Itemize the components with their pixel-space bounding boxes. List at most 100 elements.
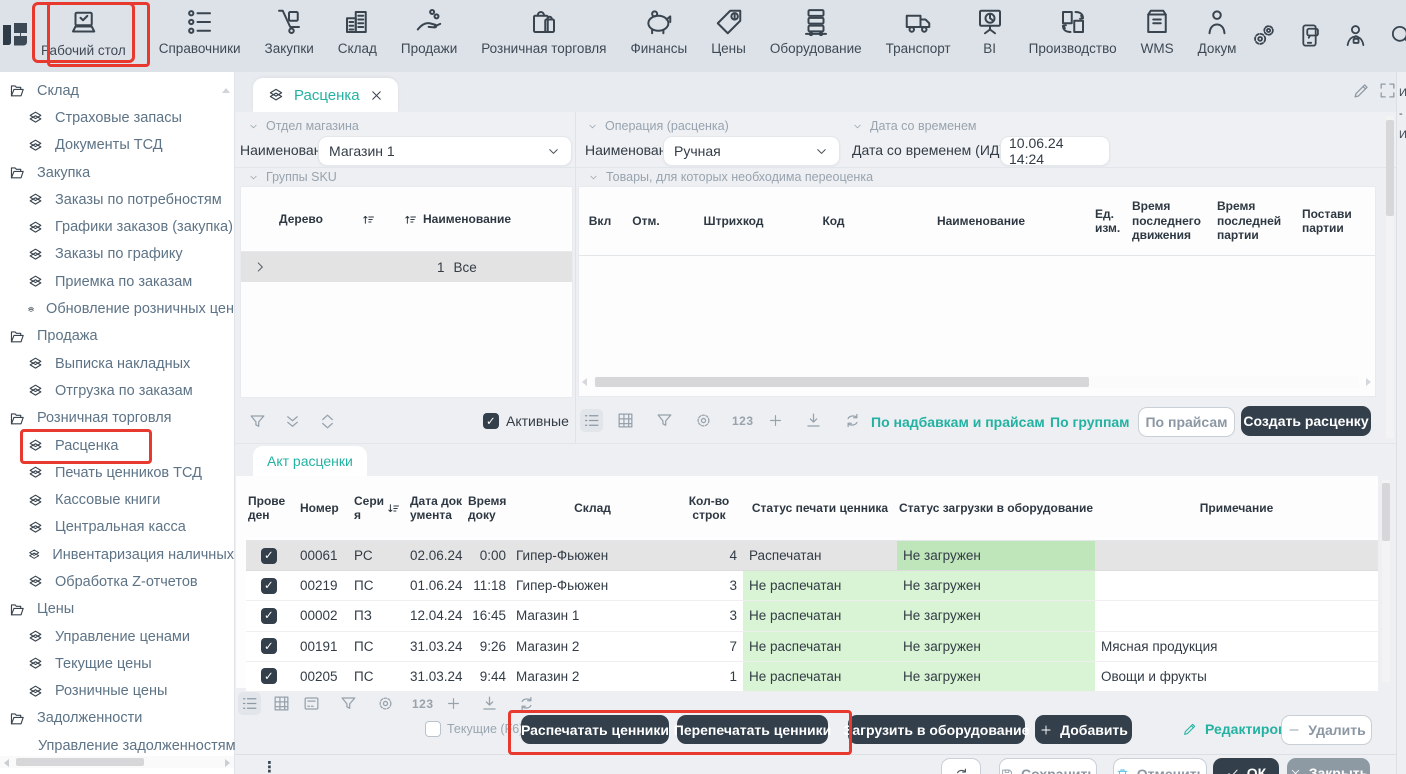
footer-refresh-button[interactable] <box>941 758 981 774</box>
create-pricing-button[interactable]: Создать расценку <box>1241 406 1371 436</box>
nav-references[interactable]: Справочники <box>159 0 241 56</box>
close-icon[interactable] <box>369 88 384 103</box>
tree-group-warehouse[interactable]: Склад <box>0 77 234 104</box>
acts-vscrollbar-thumb[interactable] <box>1382 483 1390 541</box>
sort-desc-icon[interactable] <box>386 501 401 516</box>
nav-finance[interactable]: Финансы <box>631 0 688 56</box>
tree-item-tsd-labels[interactable]: Печать ценников ТСД <box>0 459 234 486</box>
delete-button[interactable]: Удалить <box>1281 715 1372 745</box>
dept-select[interactable]: Магазин 1 <box>318 136 572 166</box>
nav-wms[interactable]: WMS <box>1141 0 1174 56</box>
act-row[interactable]: 00061 РС 02.06.24 0:00 Гипер-Фьюжен 4 Ра… <box>246 541 1378 571</box>
row-checkbox[interactable] <box>261 578 277 594</box>
tree-group-prices[interactable]: Цены <box>0 596 234 623</box>
filter-funnel-icon[interactable] <box>655 411 674 430</box>
tree-item-retail-prices[interactable]: Розничные цены <box>0 678 234 705</box>
nav-transport[interactable]: Транспорт <box>886 0 951 56</box>
operation-select[interactable]: Ручная <box>663 136 840 166</box>
sort-asc-icon[interactable] <box>361 212 376 227</box>
act-row[interactable]: 00191 ПС 31.03.24 9:26 Магазин 2 7 Не ра… <box>246 632 1378 662</box>
settings-gears-icon[interactable] <box>1250 22 1277 49</box>
tree-group-sales[interactable]: Продажа <box>0 323 234 350</box>
sidebar-hscrollbar-thumb[interactable] <box>16 758 144 766</box>
tree-item-retail-price-update[interactable]: Обновление розничных цен <box>0 295 234 322</box>
row-checkbox[interactable] <box>261 668 277 684</box>
ok-button[interactable]: ОК <box>1213 758 1279 774</box>
tree-item-pricing[interactable]: Расценка <box>0 432 234 459</box>
products-section-title[interactable]: Товары, для которых необходима переоценк… <box>588 170 873 184</box>
datetime-input[interactable]: 10.06.24 14:24 <box>1000 136 1110 166</box>
download-icon[interactable] <box>480 694 499 713</box>
context-menu-dots-icon[interactable]: ⋮ <box>262 758 277 774</box>
active-checkbox[interactable] <box>483 413 499 429</box>
scroll-right-arrow[interactable] <box>1366 378 1371 386</box>
expand-collapse-icon[interactable] <box>318 412 337 431</box>
scroll-up-arrow[interactable] <box>222 88 230 93</box>
row-checkbox[interactable] <box>261 548 277 564</box>
cancel-button[interactable]: Отменить <box>1113 758 1207 774</box>
current-checkbox[interactable] <box>425 721 441 737</box>
act-row[interactable]: 00219 ПС 01.06.24 11:18 Гипер-Фьюжен 3 Н… <box>246 571 1378 601</box>
sku-section-title[interactable]: Группы SKU <box>248 170 337 184</box>
filter-funnel-icon[interactable] <box>248 412 267 431</box>
tree-item-price-management[interactable]: Управление ценами <box>0 623 234 650</box>
scroll-right-arrow[interactable] <box>225 759 230 767</box>
expand-arrow-icon[interactable] <box>253 260 267 274</box>
refresh-icon[interactable] <box>843 411 862 430</box>
nav-sales[interactable]: Продажи <box>401 0 457 56</box>
plus-icon[interactable] <box>767 412 784 429</box>
tree-item-z-reports[interactable]: Обработка Z-отчетов <box>0 568 234 595</box>
download-icon[interactable] <box>804 411 823 430</box>
add-button[interactable]: Добавить <box>1035 715 1132 744</box>
nav-prices[interactable]: Цены <box>711 0 746 56</box>
tree-item-tsd-documents[interactable]: Документы ТСД <box>0 132 234 159</box>
phone-chat-icon[interactable] <box>1296 22 1323 49</box>
filter-dept-title[interactable]: Отдел магазина <box>248 119 359 133</box>
search-icon[interactable] <box>1388 22 1406 49</box>
numbers-format-icon[interactable]: 123 <box>412 697 434 711</box>
sort-asc-icon[interactable] <box>403 212 418 227</box>
nav-production[interactable]: Производство <box>1029 0 1117 56</box>
grid-view-icon[interactable] <box>272 694 291 713</box>
grid-view-icon[interactable] <box>616 411 635 430</box>
gear-icon[interactable] <box>694 411 713 430</box>
tree-item-current-prices[interactable]: Текущие цены <box>0 650 234 677</box>
tree-group-retail[interactable]: Розничная торговля <box>0 405 234 432</box>
tab-pricing-act[interactable]: Акт расценки <box>253 446 367 476</box>
by-prices-button[interactable]: По прайсам <box>1138 407 1235 437</box>
by-markups-link[interactable]: По надбавкам и прайсам <box>871 414 1045 430</box>
nav-retail[interactable]: Розничная торговля <box>481 0 606 56</box>
numbers-format-icon[interactable]: 123 <box>732 414 754 428</box>
tree-group-debts[interactable]: Задолженности <box>0 705 234 732</box>
close-button[interactable]: Закрыть <box>1287 758 1370 774</box>
refresh-icon[interactable] <box>517 694 536 713</box>
gear-icon[interactable] <box>376 694 395 713</box>
act-row[interactable]: 00205 ПС 31.03.24 9:44 Магазин 2 1 Не ра… <box>246 662 1378 692</box>
tree-item-cash-books[interactable]: Кассовые книги <box>0 486 234 513</box>
print-labels-button[interactable]: Распечатать ценники <box>521 715 669 744</box>
tree-item-shipment[interactable]: Отгрузка по заказам <box>0 377 234 404</box>
user-lock-icon[interactable] <box>1342 22 1369 49</box>
tree-item-safety-stock[interactable]: Страховые запасы <box>0 104 234 131</box>
products-vscrollbar-thumb[interactable] <box>1386 120 1394 216</box>
nav-equipment[interactable]: Оборудование <box>770 0 862 56</box>
products-hscrollbar-thumb[interactable] <box>595 377 1089 387</box>
tree-item-central-cash[interactable]: Центральная касса <box>0 514 234 541</box>
nav-desktop[interactable]: Рабочий стол <box>32 2 135 63</box>
tree-item-cash-inventory[interactable]: Инвентаризация наличных <box>0 541 234 568</box>
save-button[interactable]: Сохранить <box>999 758 1097 774</box>
tree-item-receiving[interactable]: Приемка по заказам <box>0 268 234 295</box>
row-checkbox[interactable] <box>261 608 277 624</box>
row-checkbox[interactable] <box>261 638 277 654</box>
double-chevron-down-icon[interactable] <box>283 412 302 431</box>
tab-pricing[interactable]: Расценка <box>253 78 398 112</box>
sku-row-all[interactable]: 1 Все <box>241 252 572 282</box>
fullscreen-icon[interactable] <box>1378 81 1397 100</box>
collapsed-side-strip[interactable]: И - И <box>1396 72 1406 774</box>
by-groups-link[interactable]: По группам <box>1050 414 1130 430</box>
tree-item-order-schedules[interactable]: Графики заказов (закупка) <box>0 213 234 240</box>
load-to-equipment-button[interactable]: Загрузить в оборудование <box>848 715 1025 744</box>
scroll-left-arrow[interactable] <box>4 759 9 767</box>
edit-pencil-icon[interactable] <box>1352 81 1371 100</box>
nav-bi[interactable]: BI <box>975 0 1005 56</box>
